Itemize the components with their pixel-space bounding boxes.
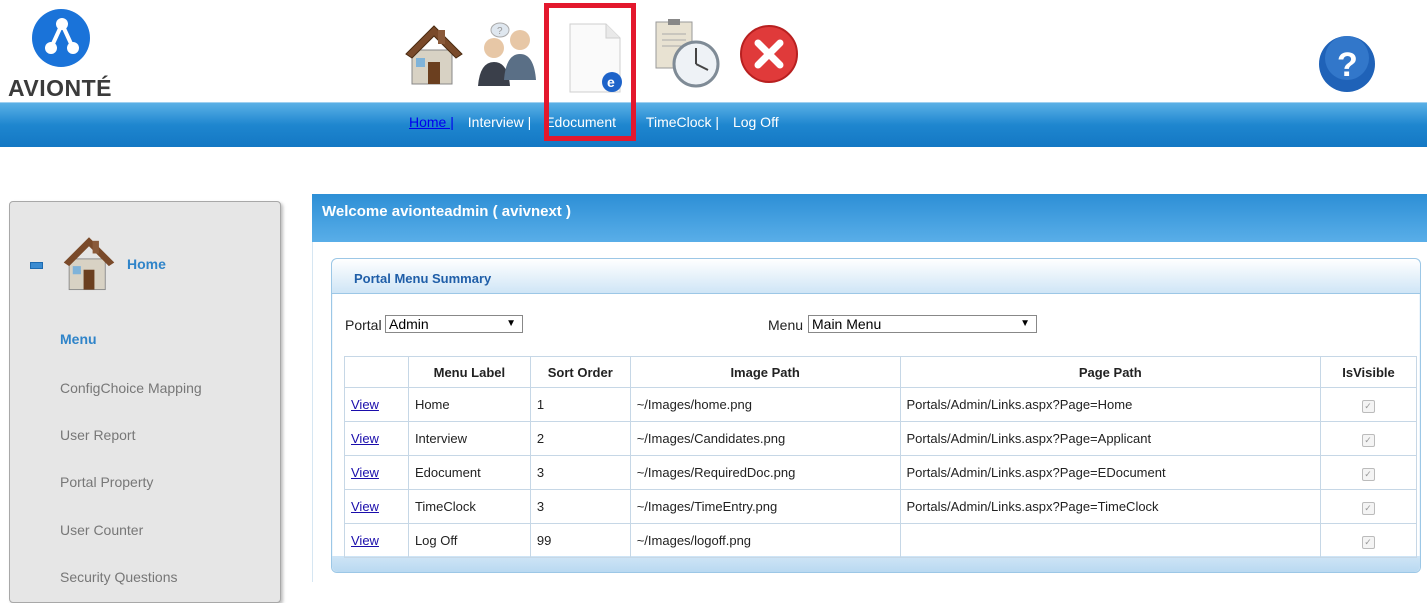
cell-menu-label: Interview bbox=[407, 421, 531, 456]
cell-page-path: Portals/Admin/Links.aspx?Page=Home bbox=[899, 387, 1322, 422]
cell-sort-order: 3 bbox=[529, 489, 631, 524]
nav-home[interactable]: Home | bbox=[409, 114, 454, 130]
portal-select-value: Admin bbox=[389, 316, 429, 332]
interview-icon[interactable]: ? bbox=[472, 18, 544, 90]
logoff-icon[interactable] bbox=[733, 18, 805, 90]
col-header-sort-order[interactable]: Sort Order bbox=[529, 356, 631, 388]
panel-header: Portal Menu Summary bbox=[332, 259, 1420, 294]
sidebar-home-label[interactable]: Home bbox=[127, 256, 166, 272]
sidebar-item-security-questions[interactable]: Security Questions bbox=[60, 569, 178, 585]
sidebar-item-user-counter[interactable]: User Counter bbox=[60, 522, 143, 538]
isvisible-checkbox[interactable]: ✓ bbox=[1361, 433, 1375, 447]
cell-sort-order: 3 bbox=[529, 455, 631, 490]
nav-interview[interactable]: Interview | bbox=[468, 114, 532, 130]
avionte-logo-mark bbox=[32, 9, 90, 67]
welcome-text: Welcome avionteadmin ( avivnext ) bbox=[322, 203, 571, 220]
menu-label: Menu bbox=[768, 317, 804, 333]
view-link[interactable]: View bbox=[344, 387, 409, 422]
cell-page-path: Portals/Admin/Links.aspx?Page=EDocument bbox=[899, 455, 1322, 490]
edocument-highlight-box bbox=[544, 3, 636, 141]
cell-sort-order: 99 bbox=[529, 523, 631, 558]
cell-sort-order: 1 bbox=[529, 387, 631, 422]
view-link[interactable]: View bbox=[344, 489, 409, 524]
cell-image-path: ~/Images/RequiredDoc.png bbox=[629, 455, 901, 490]
panel-footer bbox=[332, 556, 1420, 572]
table-row: View TimeClock 3 ~/Images/TimeEntry.png … bbox=[344, 489, 1417, 524]
cell-menu-label: TimeClock bbox=[407, 489, 531, 524]
menu-table: Menu Label Sort Order Image Path Page Pa… bbox=[344, 356, 1417, 558]
table-row: View Home 1 ~/Images/home.png Portals/Ad… bbox=[344, 387, 1417, 422]
view-link[interactable]: View bbox=[344, 421, 409, 456]
col-header-image-path[interactable]: Image Path bbox=[629, 356, 901, 388]
view-link[interactable]: View bbox=[344, 455, 409, 490]
cell-image-path: ~/Images/Candidates.png bbox=[629, 421, 901, 456]
portal-label: Portal bbox=[345, 317, 382, 333]
collapse-icon[interactable] bbox=[30, 262, 43, 269]
col-header-page-path[interactable]: Page Path bbox=[899, 356, 1322, 388]
home-icon[interactable] bbox=[398, 18, 470, 90]
view-link[interactable]: View bbox=[344, 523, 409, 558]
cell-menu-label: Edocument bbox=[407, 455, 531, 490]
dropdown-arrow-icon: ▼ bbox=[506, 318, 516, 329]
cell-menu-label: Home bbox=[407, 387, 531, 422]
welcome-bar: Welcome avionteadmin ( avivnext ) bbox=[312, 194, 1427, 242]
isvisible-checkbox[interactable]: ✓ bbox=[1361, 501, 1375, 515]
sidebar-item-configchoice-mapping[interactable]: ConfigChoice Mapping bbox=[60, 380, 202, 396]
timeclock-icon[interactable] bbox=[650, 18, 722, 90]
sidebar-item-user-report[interactable]: User Report bbox=[60, 427, 135, 443]
nav-timeclock[interactable]: TimeClock | bbox=[646, 114, 719, 130]
panel-title: Portal Menu Summary bbox=[354, 271, 492, 286]
dropdown-arrow-icon: ▼ bbox=[1020, 318, 1030, 329]
avionte-logo: AVIONTÉ bbox=[8, 8, 118, 101]
isvisible-checkbox[interactable]: ✓ bbox=[1361, 467, 1375, 481]
cell-page-path bbox=[899, 523, 1322, 558]
col-header-isvisible[interactable]: IsVisible bbox=[1320, 356, 1417, 388]
isvisible-checkbox[interactable]: ✓ bbox=[1361, 535, 1375, 549]
nav-logoff[interactable]: Log Off bbox=[733, 114, 779, 130]
col-header-action bbox=[344, 356, 409, 388]
cell-sort-order: 2 bbox=[529, 421, 631, 456]
cell-image-path: ~/Images/home.png bbox=[629, 387, 901, 422]
col-header-menu-label[interactable]: Menu Label bbox=[407, 356, 531, 388]
cell-page-path: Portals/Admin/Links.aspx?Page=TimeClock bbox=[899, 489, 1322, 524]
svg-text:?: ? bbox=[497, 26, 503, 37]
sidebar-item-portal-property[interactable]: Portal Property bbox=[60, 474, 153, 490]
table-row: View Edocument 3 ~/Images/RequiredDoc.pn… bbox=[344, 455, 1417, 490]
sidebar-item-menu[interactable]: Menu bbox=[60, 331, 97, 347]
table-header-row: Menu Label Sort Order Image Path Page Pa… bbox=[344, 356, 1417, 388]
help-icon[interactable]: ? bbox=[1317, 34, 1377, 94]
svg-text:?: ? bbox=[1337, 46, 1358, 84]
table-row: View Interview 2 ~/Images/Candidates.png… bbox=[344, 421, 1417, 456]
cell-menu-label: Log Off bbox=[407, 523, 531, 558]
isvisible-checkbox[interactable]: ✓ bbox=[1361, 399, 1375, 413]
cell-image-path: ~/Images/logoff.png bbox=[629, 523, 901, 558]
table-row: View Log Off 99 ~/Images/logoff.png ✓ bbox=[344, 523, 1417, 558]
sidebar-home-icon bbox=[63, 237, 115, 291]
menu-select[interactable]: Main Menu ▼ bbox=[808, 315, 1037, 333]
cell-page-path: Portals/Admin/Links.aspx?Page=Applicant bbox=[899, 421, 1322, 456]
sidebar: Home bbox=[9, 201, 281, 603]
cell-image-path: ~/Images/TimeEntry.png bbox=[629, 489, 901, 524]
brand-name: AVIONTÉ bbox=[8, 75, 113, 101]
portal-select[interactable]: Admin ▼ bbox=[385, 315, 523, 333]
menu-select-value: Main Menu bbox=[812, 316, 882, 332]
